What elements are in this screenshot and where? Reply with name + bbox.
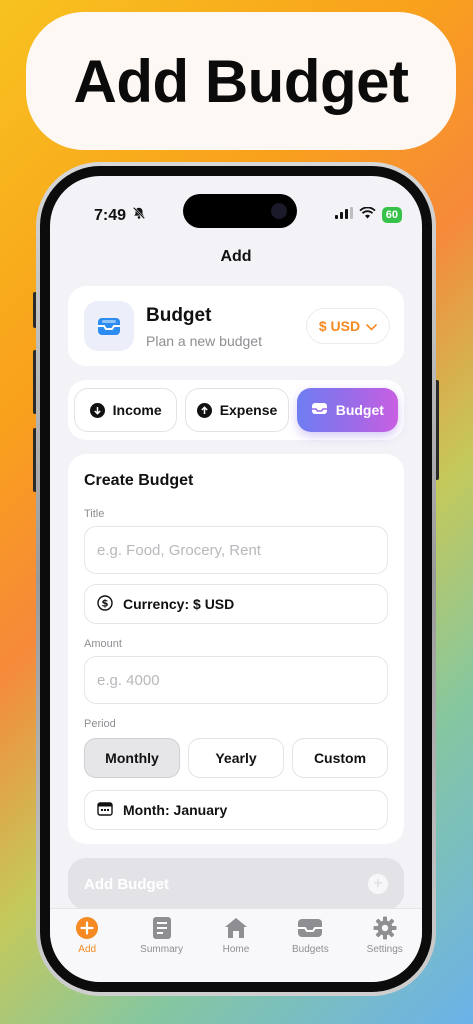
tab-add-label: Add [78, 944, 97, 955]
segment-income-label: Income [112, 402, 162, 418]
tab-budgets-label: Budgets [292, 944, 329, 955]
currency-field[interactable]: $ Currency: $ USD [84, 584, 388, 624]
tab-bar: Add Summary Home Budgets Settings [50, 908, 422, 982]
arrow-down-circle-icon [89, 402, 105, 418]
currency-picker-label: $ USD [318, 318, 361, 334]
bell-slash-icon [132, 206, 146, 225]
amount-input[interactable]: e.g. 4000 [84, 656, 388, 704]
tab-home[interactable]: Home [204, 915, 268, 982]
header-subtitle: Plan a new budget [146, 333, 262, 349]
gear-icon [373, 915, 397, 941]
nav-title: Add [220, 248, 252, 265]
tray-icon [297, 915, 323, 941]
tab-add[interactable]: Add [55, 915, 119, 982]
signal-icon [334, 206, 353, 224]
camera-lens [271, 203, 287, 219]
tab-settings[interactable]: Settings [353, 915, 417, 982]
currency-picker[interactable]: $ USD [306, 308, 390, 344]
segment-budget[interactable]: Budget [296, 388, 398, 432]
tab-summary[interactable]: Summary [130, 915, 194, 982]
tab-budgets[interactable]: Budgets [278, 915, 342, 982]
svg-text:$: $ [102, 598, 109, 609]
house-icon [223, 915, 249, 941]
dollar-circle-icon: $ [97, 594, 113, 614]
month-picker-label: Month: January [123, 802, 228, 818]
segment-budget-label: Budget [335, 402, 384, 418]
banner-title: Add Budget [26, 12, 456, 150]
title-label: Title [84, 508, 105, 520]
phone-bezel: 7:49 60 Add Budget Plan a new budget $ U… [40, 166, 432, 992]
chevron-down-icon [366, 318, 377, 334]
period-custom[interactable]: Custom [292, 738, 388, 778]
app-screen: 7:49 60 Add Budget Plan a new budget $ U… [50, 176, 422, 982]
month-picker[interactable]: Month: January [84, 790, 388, 830]
period-label: Period [84, 718, 116, 730]
title-input[interactable]: e.g. Food, Grocery, Rent [84, 526, 388, 574]
document-icon [152, 915, 172, 941]
status-left: 7:49 [94, 206, 146, 225]
form-heading: Create Budget [84, 472, 194, 489]
header-title: Budget [146, 305, 212, 326]
currency-field-label: Currency: $ USD [123, 596, 235, 612]
period-monthly[interactable]: Monthly [84, 738, 180, 778]
tab-home-label: Home [222, 944, 250, 955]
status-right: 60 [334, 206, 402, 224]
type-segment-control: Income Expense Budget [68, 380, 404, 440]
tray-icon [84, 301, 134, 351]
tab-settings-label: Settings [366, 944, 403, 955]
plus-circle-icon: + [368, 874, 388, 894]
segment-expense-label: Expense [219, 402, 278, 418]
budget-header-card: Budget Plan a new budget $ USD [68, 286, 404, 366]
dynamic-island [183, 194, 297, 228]
calendar-icon [97, 801, 113, 819]
tray-icon [311, 402, 328, 418]
add-budget-button[interactable]: Add Budget + [68, 858, 404, 910]
phone-frame: 7:49 60 Add Budget Plan a new budget $ U… [36, 162, 436, 996]
wifi-icon [359, 206, 376, 224]
amount-label: Amount [84, 638, 122, 650]
period-selector: Monthly Yearly Custom [84, 738, 388, 778]
status-bar: 7:49 60 [50, 176, 422, 228]
tab-summary-label: Summary [140, 944, 183, 955]
period-yearly[interactable]: Yearly [188, 738, 284, 778]
segment-expense[interactable]: Expense [185, 388, 289, 432]
status-time: 7:49 [94, 206, 127, 224]
add-budget-button-label: Add Budget [84, 875, 169, 893]
plus-circle-icon [75, 915, 99, 941]
battery-indicator: 60 [381, 207, 402, 223]
segment-income[interactable]: Income [74, 388, 178, 432]
create-budget-form: Create Budget Title e.g. Food, Grocery, … [68, 454, 404, 844]
arrow-up-circle-icon [196, 402, 212, 418]
